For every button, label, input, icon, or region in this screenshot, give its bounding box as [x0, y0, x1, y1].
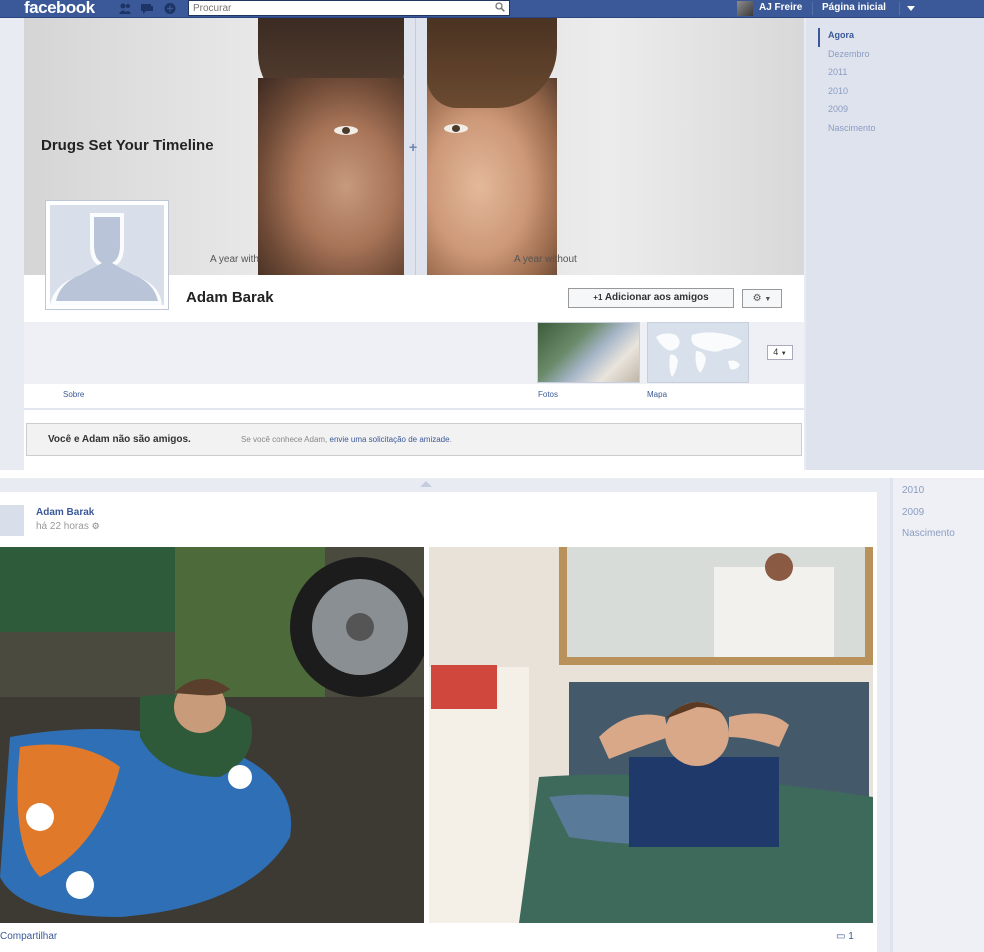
more-count: 4 — [773, 347, 779, 357]
timeline-year-item[interactable]: 2009 — [902, 507, 955, 529]
send-friend-request-link[interactable]: envie uma solicitação de amizade — [330, 435, 450, 444]
home-link[interactable]: Página inicial — [822, 2, 886, 13]
cover-face-left — [258, 78, 404, 275]
settings-gear-button[interactable]: ⚙ ▼ — [742, 289, 782, 308]
timeline-year-item[interactable]: 2010 — [902, 485, 955, 507]
post-time-text: há 22 horas — [36, 521, 89, 532]
search-box[interactable] — [188, 0, 510, 16]
cover-title: Drugs Set Your Timeline — [41, 137, 214, 154]
more-sections-button[interactable]: 4 ▼ — [767, 345, 793, 360]
friend-notice-box: Você e Adam não são amigos. Se você conh… — [26, 423, 802, 456]
notifications-icon[interactable] — [163, 2, 177, 15]
friend-requests-icon[interactable] — [118, 2, 132, 15]
timeline-years-list-lower: 2010 2009 Nascimento — [902, 485, 955, 550]
map-link[interactable]: Mapa — [647, 390, 667, 399]
default-avatar-silhouette-icon — [50, 205, 164, 305]
privacy-icon: ⚙ — [91, 521, 100, 531]
cover-caption-right: A year without — [514, 254, 577, 265]
comment-icon: ▭ — [836, 931, 846, 942]
timeline-years-list: Agora Dezembro 2011 2010 2009 Nascimento — [818, 28, 876, 139]
add-friend-icon: +1 — [593, 293, 603, 302]
post-author-name[interactable]: Adam Barak — [36, 507, 94, 518]
plus-icon: + — [409, 139, 418, 155]
timeline-year-item[interactable]: Dezembro — [818, 47, 876, 66]
divider — [899, 2, 900, 15]
timeline-year-item[interactable]: 2011 — [818, 65, 876, 84]
comment-count-value: 1 — [848, 931, 854, 942]
post-photo-left[interactable] — [0, 547, 424, 923]
timeline-year-item[interactable]: Nascimento — [818, 121, 876, 140]
photos-link[interactable]: Fotos — [538, 390, 558, 399]
divider — [812, 2, 813, 15]
add-friend-button[interactable]: +1 Adicionar aos amigos — [568, 288, 734, 308]
post-author-avatar[interactable] — [0, 505, 24, 536]
chevron-down-icon: ▼ — [764, 296, 772, 303]
account-menu-chevron-down-icon[interactable] — [907, 6, 915, 11]
profile-name[interactable]: Adam Barak — [186, 289, 274, 306]
comment-count[interactable]: ▭ 1 — [836, 931, 854, 942]
timeline-year-item[interactable]: Agora — [818, 28, 876, 47]
timeline-year-item[interactable]: Nascimento — [902, 528, 955, 550]
facebook-logo[interactable]: facebook — [24, 0, 95, 18]
add-friend-label: Adicionar aos amigos — [604, 292, 709, 303]
search-icon[interactable] — [495, 2, 505, 15]
timeline-year-item[interactable]: 2009 — [818, 102, 876, 121]
share-link[interactable]: Compartilhar — [0, 931, 57, 942]
profile-picture[interactable] — [45, 200, 169, 310]
gear-icon: ⚙ — [752, 293, 762, 304]
about-link[interactable]: Sobre — [63, 390, 84, 399]
top-navigation-bar: facebook AJ Freire Página inicial — [0, 0, 984, 18]
search-input[interactable] — [189, 1, 485, 15]
messages-icon[interactable] — [140, 2, 154, 15]
user-name-link[interactable]: AJ Freire — [759, 2, 802, 13]
photos-thumbnail[interactable] — [537, 322, 640, 383]
divider — [24, 408, 804, 410]
map-thumbnail[interactable] — [647, 322, 749, 383]
cover-caption-left: A year with — [210, 254, 259, 265]
user-avatar[interactable] — [737, 1, 753, 16]
notice-text: Se você conhece Adam, envie uma solicita… — [241, 435, 452, 444]
post-timestamp[interactable]: há 22 horas ⚙ — [36, 521, 100, 532]
notice-bold-text: Você e Adam não são amigos. — [48, 434, 191, 445]
notice-prefix: Se você conhece Adam, — [241, 435, 328, 444]
separator — [0, 470, 984, 478]
cover-eye — [444, 124, 468, 133]
post-pointer — [420, 481, 432, 487]
cover-eye — [334, 126, 358, 135]
timeline-year-item[interactable]: 2010 — [818, 84, 876, 103]
chevron-down-icon: ▼ — [780, 351, 787, 357]
post-photo-right[interactable] — [429, 547, 873, 923]
